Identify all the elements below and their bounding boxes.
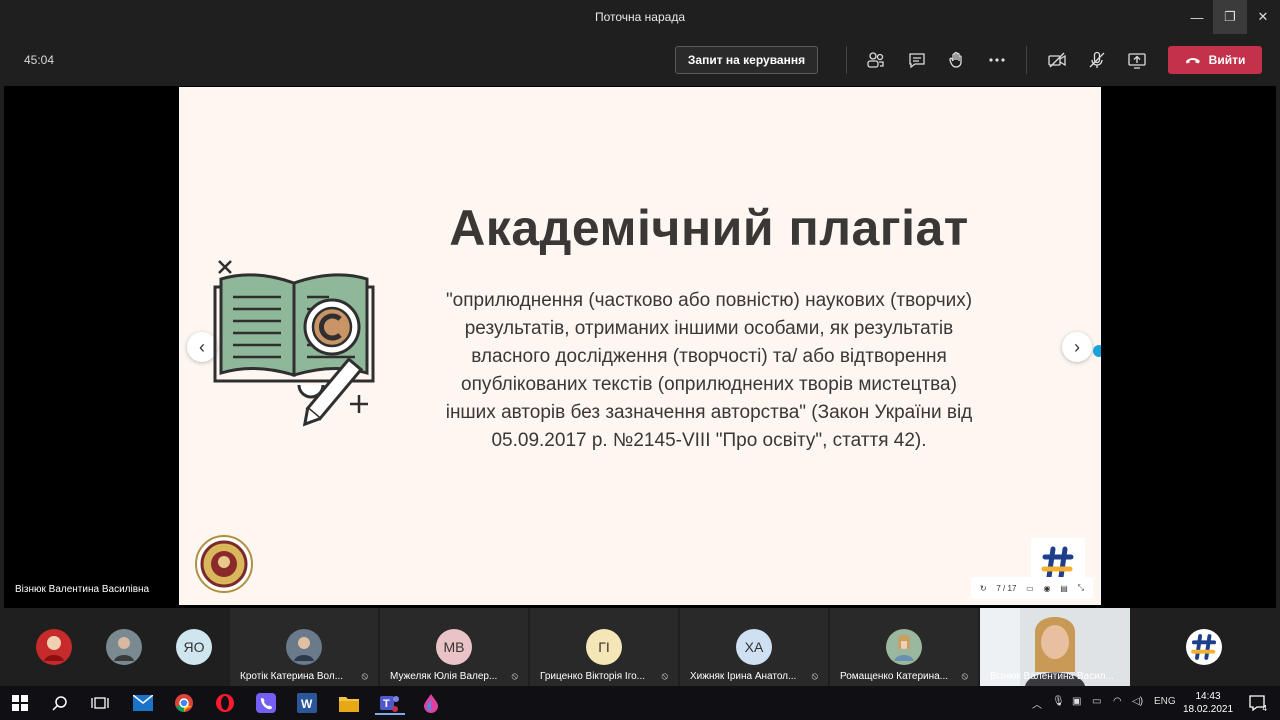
participant-tile[interactable]: МВ Мужеляк Юлія Валер... ⦸ xyxy=(380,608,528,686)
tray-viber-icon[interactable]: ▣ xyxy=(1072,696,1081,707)
toolbar-divider xyxy=(846,46,847,74)
teams-icon[interactable]: T xyxy=(375,691,405,715)
next-slide-button[interactable]: › xyxy=(1062,332,1092,362)
tray-mic-icon[interactable]: 🎙 xyxy=(1052,696,1065,707)
camera-off-icon[interactable] xyxy=(1043,46,1071,74)
mic-muted-icon: ⦸ xyxy=(361,671,368,682)
participant-initials-avatar: ГІ xyxy=(586,629,622,665)
paint-drop-icon[interactable] xyxy=(419,691,443,715)
participant-name: Візнюк Валентина Васил... xyxy=(990,671,1114,682)
presenter-name: Візнюк Валентина Василівна xyxy=(15,584,150,595)
request-control-button[interactable]: Запит на керування xyxy=(675,46,818,74)
participant-photo-avatar xyxy=(106,629,142,665)
participant-photo-avatar xyxy=(886,629,922,665)
active-app-indicator xyxy=(375,713,405,715)
participant-initials-avatar: ХА xyxy=(736,629,772,665)
participant-name: Ромащенко Катерина... xyxy=(840,671,949,682)
participant-name: Гриценко Вікторія Іго... xyxy=(540,671,646,682)
share-screen-icon[interactable] xyxy=(1123,46,1151,74)
wifi-icon[interactable]: ◠ xyxy=(1113,696,1122,707)
toolbar-divider xyxy=(1026,46,1027,74)
exit-fullscreen-icon[interactable]: ⤡ xyxy=(1078,583,1084,593)
slide-view-icon[interactable]: ▭ xyxy=(1026,584,1034,593)
opera-icon[interactable] xyxy=(213,691,237,715)
notification-count: 4 xyxy=(1262,704,1267,713)
mic-muted-icon: ⦸ xyxy=(661,671,668,682)
system-clock[interactable]: 14:43 18.02.2021 xyxy=(1182,690,1234,716)
chrome-icon[interactable] xyxy=(172,691,196,715)
close-window-button[interactable]: ✕ xyxy=(1246,0,1280,34)
mail-app-icon[interactable] xyxy=(131,691,155,715)
word-icon[interactable]: W xyxy=(295,691,319,715)
window-title: Поточна нарада xyxy=(594,10,686,24)
participant-photo-avatar xyxy=(36,629,72,665)
participant-hashtag-avatar xyxy=(1186,629,1222,665)
task-view-icon[interactable] xyxy=(88,691,112,715)
participants-icon[interactable] xyxy=(862,46,890,74)
participant-tile[interactable]: ХА Хижняк Ірина Анатол... ⦸ xyxy=(680,608,828,686)
refresh-icon[interactable]: ↻ xyxy=(980,584,987,593)
slide-title: Академічний плагіат xyxy=(449,200,969,256)
chat-icon[interactable] xyxy=(903,46,931,74)
slide-controls-bar: ↻ 7 / 17 ▭ ◉ ▤ ⤡ xyxy=(971,577,1093,599)
svg-text:T: T xyxy=(383,698,390,710)
participant-initials-avatar: ЯО xyxy=(176,629,212,665)
mic-muted-icon: ⦸ xyxy=(511,671,518,682)
participant-tile[interactable] xyxy=(0,608,78,686)
raise-hand-icon[interactable] xyxy=(943,46,971,74)
participant-name: Кротік Катерина Вол... xyxy=(240,671,344,682)
language-indicator[interactable]: ENG xyxy=(1154,696,1176,707)
volume-icon[interactable]: ◁) xyxy=(1132,696,1143,707)
clock-time: 14:43 xyxy=(1195,691,1221,702)
meeting-timer: 45:04 xyxy=(24,53,55,67)
leave-label: Вийти xyxy=(1208,53,1246,67)
mic-muted-icon: ⦸ xyxy=(811,671,818,682)
hang-up-icon xyxy=(1185,58,1200,64)
participant-tile[interactable]: ЯО xyxy=(156,608,230,686)
notification-center-icon[interactable]: 4 xyxy=(1245,691,1269,715)
svg-text:W: W xyxy=(301,697,313,711)
tray-chevron-icon[interactable]: ︿ xyxy=(1032,696,1042,711)
search-icon[interactable] xyxy=(48,691,72,715)
participant-photo-avatar xyxy=(286,629,322,665)
leave-button[interactable]: Вийти xyxy=(1168,46,1262,74)
mic-muted-icon: ⦸ xyxy=(961,671,968,682)
windows-start-icon[interactable] xyxy=(8,691,32,715)
participant-video-tile[interactable]: Візнюк Валентина Васил... ⦸ xyxy=(980,608,1130,686)
participant-tile[interactable]: Ромащенко Катерина... ⦸ xyxy=(830,608,978,686)
participant-tile[interactable] xyxy=(1130,608,1280,686)
battery-icon[interactable]: ▭ xyxy=(1092,696,1101,707)
participant-initials-avatar: МВ xyxy=(436,629,472,665)
mic-off-icon[interactable] xyxy=(1083,46,1111,74)
university-crest-logo xyxy=(195,535,253,593)
presentation-slide: ‹ Академічний плагіат "оприлюднення (час… xyxy=(179,87,1101,605)
viber-icon[interactable] xyxy=(254,691,278,715)
book-copyright-illustration xyxy=(213,260,375,427)
participant-tile[interactable] xyxy=(78,608,156,686)
participant-name: Хижняк Ірина Анатол... xyxy=(690,671,797,682)
captions-icon[interactable]: ▤ xyxy=(1060,584,1068,593)
clock-date: 18.02.2021 xyxy=(1182,704,1234,715)
slide-page-indicator: 7 / 17 xyxy=(996,583,1017,593)
windows-taskbar: W T ︿ 🎙 ▣ ▭ ◠ ◁) ENG 14:43 18.02.2021 4 xyxy=(0,686,1280,720)
slide-body-text: "оприлюднення (частково або повністю) на… xyxy=(445,290,973,451)
more-options-icon[interactable] xyxy=(983,46,1011,74)
pointer-dot xyxy=(1093,345,1101,357)
broadcast-icon[interactable]: ◉ xyxy=(1044,584,1051,593)
participant-tile[interactable]: Кротік Катерина Вол... ⦸ xyxy=(230,608,378,686)
participant-name: Мужеляк Юлія Валер... xyxy=(390,671,498,682)
file-explorer-icon[interactable] xyxy=(337,691,361,715)
meeting-toolbar: 45:04 Запит на керування Вийти xyxy=(0,34,1280,86)
mic-muted-icon: ⦸ xyxy=(1113,671,1120,682)
participants-strip: ЯО Кротік Катерина Вол... ⦸ МВ Мужеляк Ю… xyxy=(0,608,1280,686)
title-bar: Поточна нарада — ❐ ✕ xyxy=(0,0,1280,34)
minimize-button[interactable]: — xyxy=(1180,0,1214,34)
maximize-button[interactable]: ❐ xyxy=(1213,0,1247,34)
participant-tile[interactable]: ГІ Гриценко Вікторія Іго... ⦸ xyxy=(530,608,678,686)
